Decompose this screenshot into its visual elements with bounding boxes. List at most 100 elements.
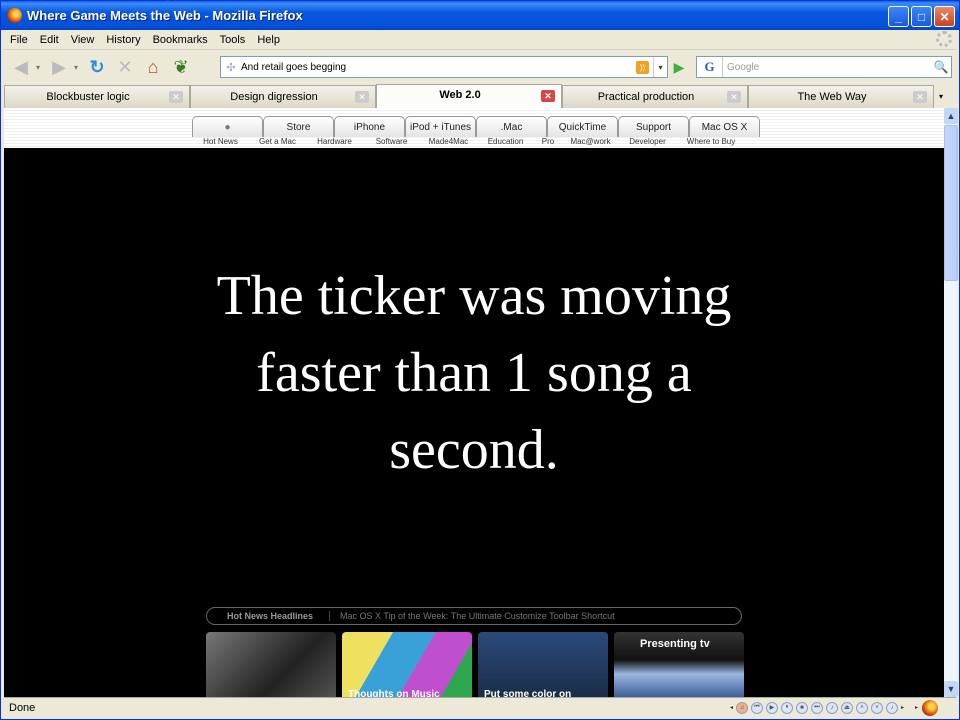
- up-icon[interactable]: ˄: [855, 701, 868, 714]
- promo-row: Thoughts on Music Put some color on Pres…: [206, 632, 744, 697]
- reload-icon[interactable]: ↻: [86, 57, 108, 79]
- promo-caption: Put some color on: [484, 689, 572, 697]
- menu-bookmarks[interactable]: Bookmarks: [153, 34, 208, 46]
- tab-practical-production[interactable]: Practical production ✕: [562, 85, 748, 108]
- menu-view[interactable]: View: [71, 34, 95, 46]
- tab-close-icon[interactable]: ✕: [727, 91, 741, 103]
- url-input[interactable]: And retail goes begging: [241, 62, 636, 73]
- apple-logo-tab[interactable]: ●: [192, 116, 263, 137]
- tab-label: Web 2.0: [439, 89, 481, 101]
- media-controls: ◂ ♫ ⏮ ▶ ⏸ ■ ⏭ ♪ ⏏ ˄ ˅ ♪ ▸ ▸: [730, 701, 918, 714]
- ticker-headline[interactable]: Mac OS X Tip of the Week: The Ultimate C…: [330, 611, 615, 621]
- promo-ipod-shuffle[interactable]: Put some color on: [478, 632, 608, 697]
- status-text: Done: [9, 701, 36, 714]
- next-arrow-icon[interactable]: ▸: [915, 704, 918, 711]
- search-engine-icon[interactable]: G: [697, 57, 723, 77]
- prev-arrow-icon[interactable]: ◂: [730, 704, 733, 711]
- nav-iphone[interactable]: iPhone: [334, 116, 405, 137]
- url-bar[interactable]: ✣ And retail goes begging )) ▾: [220, 56, 668, 78]
- status-bar: Done ◂ ♫ ⏮ ▶ ⏸ ■ ⏭ ♪ ⏏ ˄ ˅ ♪ ▸ ▸: [4, 697, 956, 717]
- menu-history[interactable]: History: [106, 34, 140, 46]
- previous-track-icon[interactable]: ⏮: [750, 701, 763, 714]
- back-icon[interactable]: ◀: [10, 57, 32, 79]
- tab-bar: Blockbuster logic ✕ Design digression ✕ We…: [4, 84, 956, 108]
- search-icon[interactable]: 🔍: [931, 60, 951, 74]
- forward-history-dropdown[interactable]: ▾: [72, 57, 80, 79]
- tab-design-digression[interactable]: Design digression ✕: [190, 85, 376, 108]
- pause-icon[interactable]: ⏸: [780, 701, 793, 714]
- search-bar[interactable]: G Google 🔍: [696, 56, 952, 78]
- nav-quicktime[interactable]: QuickTime: [547, 116, 618, 137]
- go-button[interactable]: ▶: [668, 56, 690, 78]
- sub-pro[interactable]: Pro: [534, 137, 562, 148]
- nav-mac-os-x[interactable]: Mac OS X: [689, 116, 760, 137]
- scroll-thumb[interactable]: [944, 125, 958, 281]
- menu-tools[interactable]: Tools: [220, 34, 246, 46]
- stop-icon[interactable]: ■: [795, 701, 808, 714]
- navigation-toolbar: ◀ ▾ ▶ ▾ ↻ ✕ ⌂ ❦ ✣ And retail goes beggin…: [4, 51, 956, 84]
- tab-web-2-0[interactable]: Web 2.0 ✕: [376, 84, 562, 108]
- sub-made4mac[interactable]: Made4Mac: [420, 137, 477, 148]
- stop-icon[interactable]: ✕: [114, 57, 136, 79]
- play-icon[interactable]: ▶: [765, 701, 778, 714]
- nav-store[interactable]: Store: [263, 116, 334, 137]
- tab-blockbuster-logic[interactable]: Blockbuster logic ✕: [4, 85, 190, 108]
- tab-close-icon[interactable]: ✕: [913, 91, 927, 103]
- minimize-button[interactable]: _: [888, 6, 909, 27]
- leaf-icon[interactable]: ❦: [170, 57, 192, 79]
- promo-telephone[interactable]: [206, 632, 336, 697]
- rss-icon[interactable]: )): [636, 60, 649, 74]
- firefox-status-icon[interactable]: [922, 699, 938, 716]
- scroll-up-arrow-icon[interactable]: ▲: [944, 108, 958, 124]
- next-track-icon[interactable]: ⏭: [810, 701, 823, 714]
- tab-close-icon[interactable]: ✕: [541, 90, 555, 102]
- sub-education[interactable]: Education: [477, 137, 534, 148]
- sub-developer[interactable]: Developer: [619, 137, 676, 148]
- throbber-icon: [936, 31, 952, 47]
- tab-label: Design digression: [230, 91, 318, 103]
- close-button[interactable]: ✕: [934, 6, 955, 27]
- sub-hardware[interactable]: Hardware: [306, 137, 363, 148]
- promo-apple-tv[interactable]: Presenting tv: [614, 632, 744, 697]
- tab-close-icon[interactable]: ✕: [169, 91, 183, 103]
- music-icon[interactable]: ♫: [735, 701, 748, 714]
- tab-label: The Web Way: [797, 91, 867, 103]
- note-icon[interactable]: ♪: [825, 701, 838, 714]
- search-input[interactable]: Google: [723, 62, 931, 73]
- scroll-down-arrow-icon[interactable]: ▼: [944, 681, 958, 697]
- home-icon[interactable]: ⌂: [142, 57, 164, 79]
- news-ticker[interactable]: Hot News Headlines Mac OS X Tip of the W…: [206, 607, 742, 625]
- sub-hot-news[interactable]: Hot News: [192, 137, 249, 148]
- sub-software[interactable]: Software: [363, 137, 420, 148]
- slide-line: The ticker was moving: [216, 265, 732, 327]
- next-arrow-icon[interactable]: ▸: [901, 704, 904, 711]
- nav-support[interactable]: Support: [618, 116, 689, 137]
- nav-mac[interactable]: .Mac: [476, 116, 547, 137]
- nav-ipod-itunes[interactable]: iPod + iTunes: [405, 116, 476, 137]
- menu-file[interactable]: File: [10, 34, 28, 46]
- eject-icon[interactable]: ⏏: [840, 701, 853, 714]
- tab-close-icon[interactable]: ✕: [355, 91, 369, 103]
- promo-thoughts-on-music[interactable]: Thoughts on Music: [342, 632, 472, 697]
- slide-text: The ticker was moving faster than 1 song…: [4, 258, 944, 489]
- tab-list-dropdown[interactable]: ▾: [934, 84, 948, 108]
- ticker-heading: Hot News Headlines: [207, 611, 331, 621]
- tab-the-web-way[interactable]: The Web Way ✕: [748, 85, 934, 108]
- sub-where-to-buy[interactable]: Where to Buy: [676, 137, 746, 148]
- maximize-button[interactable]: □: [911, 6, 932, 27]
- down-icon[interactable]: ˅: [870, 701, 883, 714]
- vertical-scrollbar[interactable]: ▲ ▼: [944, 108, 958, 697]
- page-content: ● Store iPhone iPod + iTunes .Mac QuickT…: [4, 108, 944, 697]
- browser-window: Where Game Meets the Web - Mozilla Firef…: [0, 0, 960, 720]
- window-title: Where Game Meets the Web - Mozilla Firef…: [27, 8, 303, 23]
- sub-get-a-mac[interactable]: Get a Mac: [249, 137, 306, 148]
- menu-help[interactable]: Help: [257, 34, 280, 46]
- url-dropdown[interactable]: ▾: [653, 57, 667, 77]
- sub-mac-at-work[interactable]: Mac@work: [562, 137, 619, 148]
- forward-icon[interactable]: ▶: [48, 57, 70, 79]
- title-bar: Where Game Meets the Web - Mozilla Firef…: [1, 1, 959, 30]
- tab-label: Blockbuster logic: [46, 91, 130, 103]
- volume-icon[interactable]: ♪: [885, 701, 898, 714]
- back-history-dropdown[interactable]: ▾: [34, 57, 42, 79]
- menu-edit[interactable]: Edit: [40, 34, 59, 46]
